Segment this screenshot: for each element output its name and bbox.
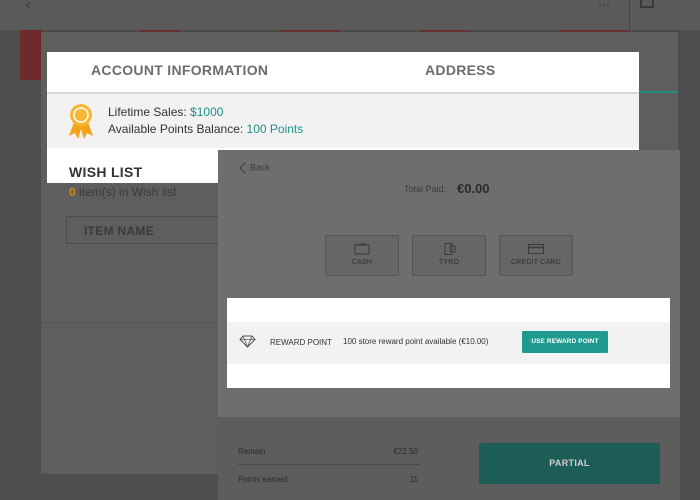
- back-arrow-icon: ‹: [26, 0, 31, 12]
- card-terminal-icon: [444, 243, 456, 255]
- credit-card-icon: [528, 244, 544, 254]
- lifetime-sales: Lifetime Sales: $1000: [108, 105, 223, 119]
- points-balance-value: 100 Points: [246, 122, 304, 136]
- background-header: ‹ ⋯: [0, 0, 700, 30]
- payment-method-cash[interactable]: CASH: [325, 235, 399, 276]
- partial-button[interactable]: PARTIAL: [479, 443, 660, 484]
- reward-point-row: REWARD POINT 100 store reward point avai…: [227, 322, 670, 364]
- wishlist-count-suffix: item(s) in Wish list: [79, 185, 177, 199]
- lifetime-sales-value: $1000: [190, 105, 224, 119]
- remain-value: €22.50: [393, 447, 418, 456]
- reward-point-label: REWARD POINT: [270, 338, 332, 347]
- wishlist-table-header: ITEM NAME: [66, 216, 236, 244]
- points-balance-label: Available Points Balance:: [108, 122, 244, 136]
- use-reward-point-button[interactable]: USE REWARD POINT: [522, 331, 608, 353]
- total-paid-value: €0.00: [457, 181, 490, 196]
- points-earned-label: Points earned: [238, 475, 288, 484]
- wallet-icon: [354, 243, 370, 255]
- tab-address[interactable]: ADDRESS: [425, 62, 496, 78]
- total-paid-label: Total Paid:: [404, 184, 447, 194]
- tab-account-information[interactable]: ACCOUNT INFORMATION: [91, 62, 268, 78]
- chevron-left-icon: [239, 162, 246, 174]
- wishlist-count: 0 item(s) in Wish list: [69, 185, 176, 199]
- payment-method-label: CASH: [351, 259, 373, 266]
- diamond-icon: [239, 335, 256, 348]
- payment-method-tyro[interactable]: TYRO: [412, 235, 486, 276]
- summary-divider: [238, 464, 420, 465]
- reward-point-panel: REWARD POINT 100 store reward point avai…: [227, 298, 670, 388]
- back-button[interactable]: Back: [238, 162, 270, 174]
- banner-accent: [20, 30, 42, 80]
- wishlist-title: WISH LIST: [69, 164, 143, 180]
- remain-label: Remain: [238, 447, 266, 456]
- award-ribbon-icon: [69, 104, 93, 139]
- more-icon: ⋯: [598, 0, 610, 12]
- lifetime-sales-label: Lifetime Sales:: [108, 105, 187, 119]
- payment-method-label: TYRO: [438, 259, 460, 266]
- back-label: Back: [250, 162, 271, 173]
- points-earned-value: 11: [409, 475, 418, 484]
- payment-method-label: CREDIT CARD: [511, 259, 561, 266]
- column-item-name: ITEM NAME: [84, 224, 155, 238]
- divider: [41, 322, 218, 323]
- account-tabs: ACCOUNT INFORMATION ADDRESS: [47, 52, 639, 92]
- header-divider: [629, 0, 630, 30]
- payment-method-credit-card[interactable]: CREDIT CARD: [499, 235, 573, 276]
- wishlist-count-number: 0: [69, 185, 76, 199]
- payment-summary: Remain €22.50 Points earned 11 PARTIAL: [218, 417, 680, 500]
- points-balance: Available Points Balance: 100 Points: [108, 122, 303, 136]
- loyalty-summary: Lifetime Sales: $1000 Available Points B…: [47, 94, 639, 148]
- background-caption: [28, 488, 31, 500]
- reward-point-available: 100 store reward point available (€10.00…: [343, 337, 489, 346]
- calendar-icon: [640, 0, 654, 8]
